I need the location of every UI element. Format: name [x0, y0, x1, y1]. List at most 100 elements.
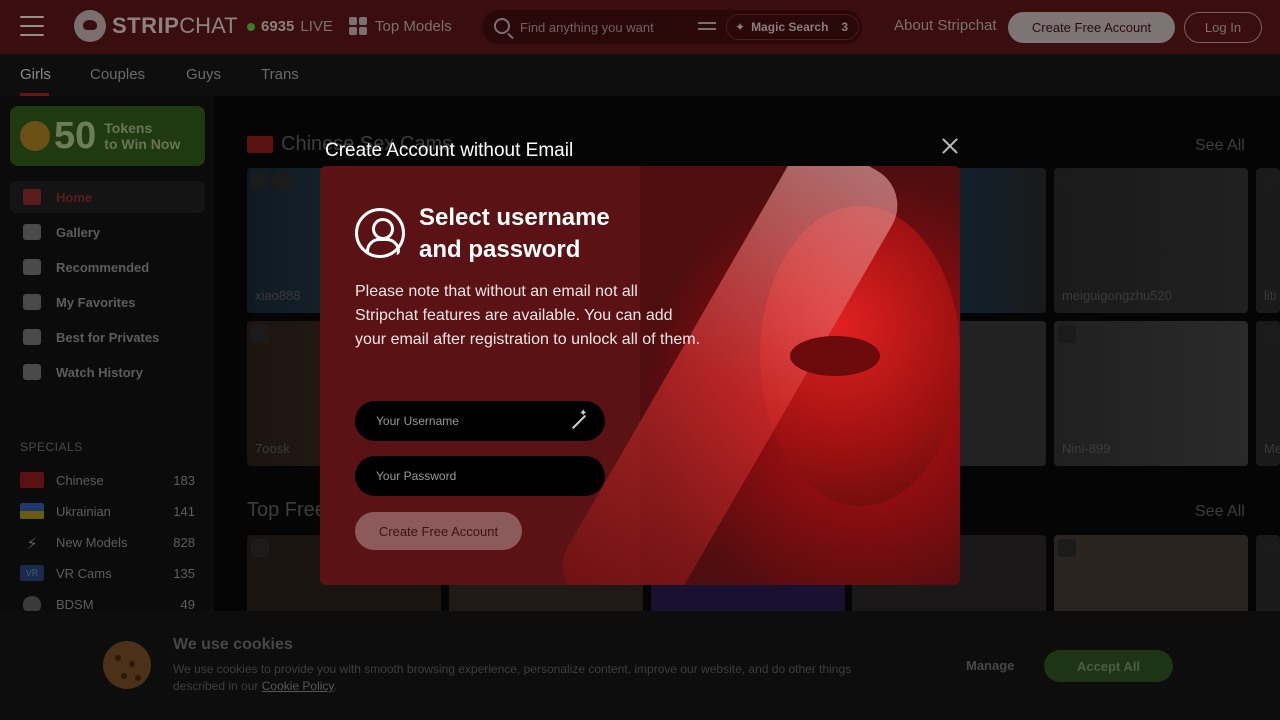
- promo-number: 50: [54, 114, 97, 157]
- live-count: 6935: [261, 18, 295, 35]
- logo-text-bold: STRIP: [112, 13, 180, 38]
- create-free-account-button[interactable]: Create Free Account: [355, 512, 522, 550]
- sidebar-item-count: 49: [180, 596, 195, 612]
- magic-wand-icon[interactable]: [569, 408, 589, 431]
- model-card[interactable]: liti: [1256, 168, 1280, 313]
- username-input[interactable]: [376, 412, 566, 430]
- specials-heading: SPECIALS: [20, 440, 83, 454]
- model-card[interactable]: meiguigongzhu520: [1054, 168, 1248, 313]
- mobile-icon: [1260, 172, 1278, 190]
- filters-icon[interactable]: [698, 18, 716, 36]
- model-name: liti: [1264, 288, 1277, 303]
- search-icon[interactable]: [494, 18, 510, 34]
- sidebar-item-home[interactable]: Home: [10, 181, 205, 213]
- sidebar-item-gallery[interactable]: Gallery: [10, 216, 205, 248]
- tab-girls[interactable]: Girls: [20, 66, 51, 83]
- menu-icon[interactable]: [20, 16, 44, 36]
- china-flag-icon: [20, 472, 44, 488]
- tab-couples[interactable]: Couples: [90, 66, 145, 83]
- cookie-icon: [103, 641, 151, 689]
- promo-text: Tokens to Win Now: [104, 120, 181, 152]
- tab-guys[interactable]: Guys: [186, 66, 221, 83]
- logo[interactable]: STRIP CHAT: [74, 10, 238, 42]
- sidebar-item-chinese[interactable]: Chinese 183: [20, 469, 195, 491]
- sidebar-item-favorites[interactable]: My Favorites: [10, 286, 205, 318]
- model-card[interactable]: [950, 321, 1046, 466]
- tab-trans[interactable]: Trans: [261, 66, 299, 83]
- modal-heading: Select username and password: [419, 204, 610, 263]
- hd-icon: [251, 325, 269, 343]
- signup-modal: Select username and password Please note …: [320, 166, 960, 585]
- sidebar-item-label: My Favorites: [56, 294, 136, 310]
- chat-icon: [23, 329, 41, 345]
- hd-icon: [1058, 325, 1076, 343]
- header-bar: STRIP CHAT 6935 LIVE Top Models ✦ Magic …: [0, 0, 1280, 54]
- sidebar-item-label: Recommended: [56, 259, 150, 275]
- username-field[interactable]: [355, 401, 605, 441]
- user-icon: [355, 208, 405, 258]
- live-label: LIVE: [300, 18, 333, 35]
- search-bar: ✦ Magic Search 3: [482, 10, 862, 44]
- heart-icon: [23, 294, 41, 310]
- sidebar-item-label: Best for Privates: [56, 329, 160, 345]
- model-card[interactable]: Nini-899: [1054, 321, 1248, 466]
- model-name: meiguigongzhu520: [1062, 288, 1172, 303]
- section-title-top-free[interactable]: Top Free: [247, 499, 326, 522]
- coins-icon: [20, 121, 50, 151]
- about-link[interactable]: About Stripchat: [894, 17, 997, 34]
- magic-search-button[interactable]: ✦ Magic Search 3: [726, 14, 859, 40]
- sidebar-item-history[interactable]: Watch History: [10, 356, 205, 388]
- sidebar-item-label: Chinese: [56, 472, 104, 488]
- mobile-icon: [251, 172, 269, 190]
- see-all-link[interactable]: See All: [1195, 503, 1245, 521]
- top-models-link[interactable]: Top Models: [349, 17, 452, 35]
- cookie-heading: We use cookies: [173, 636, 293, 653]
- sidebar-item-new-models[interactable]: ⚡ New Models 828: [20, 531, 195, 554]
- sidebar-item-count: 828: [173, 534, 195, 550]
- manage-cookies-button[interactable]: Manage: [966, 658, 1014, 673]
- bunny-icon: [23, 596, 41, 612]
- gallery-icon: [23, 224, 41, 240]
- sidebar-item-privates[interactable]: Best for Privates: [10, 321, 205, 353]
- sidebar-item-ukrainian[interactable]: Ukrainian 141: [20, 500, 195, 522]
- mobile-icon: [251, 539, 269, 557]
- sidebar-item-vr-cams[interactable]: VR VR Cams 135: [20, 562, 195, 584]
- create-account-button[interactable]: Create Free Account: [1008, 12, 1175, 43]
- model-card[interactable]: Me: [1256, 321, 1280, 466]
- sidebar-item-label: New Models: [56, 534, 128, 550]
- password-input[interactable]: [376, 467, 566, 485]
- search-input[interactable]: [520, 17, 690, 37]
- modal-title: Create Account without Email: [325, 140, 574, 161]
- hd-icon: [1058, 539, 1076, 557]
- sparkle-icon: ✦: [735, 20, 746, 34]
- thumbs-up-icon: [23, 259, 41, 275]
- close-icon[interactable]: [940, 136, 960, 156]
- sidebar-item-recommended[interactable]: Recommended: [10, 251, 205, 283]
- accept-cookies-button[interactable]: Accept All: [1044, 650, 1173, 682]
- logo-text-light: CHAT: [179, 13, 238, 38]
- sidebar-item-count: 135: [173, 565, 195, 581]
- hd-icon: [273, 172, 291, 190]
- tokens-promo[interactable]: 50 Tokens to Win Now: [10, 106, 205, 166]
- logo-mark-icon: [74, 10, 106, 42]
- see-all-link[interactable]: See All: [1195, 137, 1245, 155]
- page: STRIP CHAT 6935 LIVE Top Models ✦ Magic …: [0, 0, 1280, 720]
- home-icon: [23, 189, 41, 205]
- sidebar-item-label: Gallery: [56, 224, 101, 240]
- cookie-policy-link[interactable]: Cookie Policy: [262, 679, 334, 693]
- vr-icon: VR: [20, 565, 44, 581]
- top-models-icon: [349, 17, 367, 35]
- model-card[interactable]: [950, 168, 1046, 313]
- model-name: Nini-899: [1062, 441, 1111, 456]
- sidebar-item-count: 183: [173, 472, 195, 488]
- category-tabs: Girls Couples Guys Trans: [0, 54, 1280, 96]
- hd-icon: [1260, 325, 1278, 343]
- password-field[interactable]: [355, 456, 605, 496]
- hd-icon: [1260, 539, 1278, 557]
- modal-note: Please note that without an email not al…: [355, 283, 701, 348]
- sidebar-item-label: Watch History: [56, 364, 143, 380]
- sidebar-item-label: Ukrainian: [56, 503, 111, 519]
- model-name: 7oosk: [255, 441, 290, 456]
- ukraine-flag-icon: [20, 503, 44, 519]
- login-button[interactable]: Log In: [1184, 12, 1262, 43]
